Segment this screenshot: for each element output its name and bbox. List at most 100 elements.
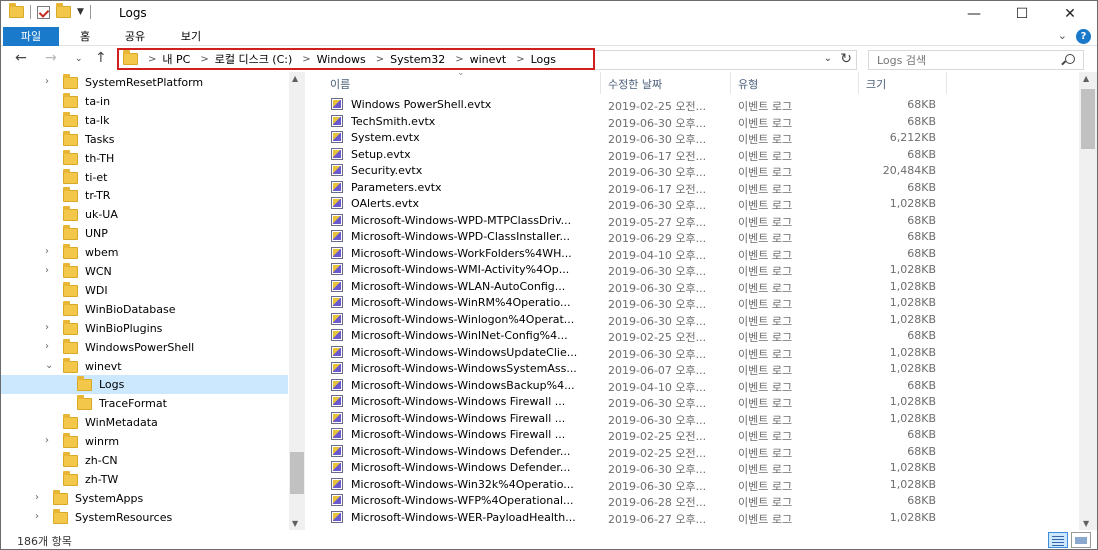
column-divider[interactable] xyxy=(600,72,601,94)
tree-item[interactable]: › WindowsPowerShell xyxy=(1,338,288,357)
tree-item[interactable]: th-TH xyxy=(1,149,288,168)
file-row[interactable]: Microsoft-Windows-WLAN-AutoConfig... 2019… xyxy=(306,279,1079,296)
file-row[interactable]: Microsoft-Windows-Windows Firewall ... 20… xyxy=(306,411,1079,428)
column-header-date[interactable]: 수정한 날짜 xyxy=(608,76,662,92)
scroll-up-icon[interactable]: ▲ xyxy=(1083,74,1089,83)
recent-locations-dropdown[interactable]: ⌄ xyxy=(75,54,83,64)
expand-chevron-icon[interactable]: › xyxy=(45,435,49,446)
expand-chevron-icon[interactable]: › xyxy=(45,341,49,352)
tree-item[interactable]: UNP xyxy=(1,224,288,243)
file-row[interactable]: Setup.evtx 2019-06-17 오전... 이벤트 로그 68KB xyxy=(306,147,1079,164)
breadcrumb-windows[interactable]: Windows xyxy=(317,53,366,66)
expand-chevron-icon[interactable]: › xyxy=(45,246,49,257)
file-row[interactable]: Security.evtx 2019-06-30 오후... 이벤트 로그 20,48… xyxy=(306,163,1079,180)
tree-item[interactable]: › wbem xyxy=(1,243,288,262)
expand-chevron-icon[interactable]: › xyxy=(45,76,49,87)
file-row[interactable]: Parameters.evtx 2019-06-17 오전... 이벤트 로그 68K… xyxy=(306,180,1079,197)
scroll-down-icon[interactable]: ▼ xyxy=(1083,519,1089,528)
file-row[interactable]: TechSmith.evtx 2019-06-30 오후... 이벤트 로그 68KB xyxy=(306,114,1079,131)
new-folder-icon[interactable] xyxy=(56,3,71,18)
breadcrumb-logs[interactable]: Logs xyxy=(531,53,556,66)
tree-item[interactable]: › SystemResources xyxy=(1,508,288,527)
expand-chevron-icon[interactable]: › xyxy=(45,322,49,333)
breadcrumb-system32[interactable]: System32 xyxy=(390,53,445,66)
file-row[interactable]: Microsoft-Windows-WPD-MTPClassDriv... 201… xyxy=(306,213,1079,230)
column-header-name[interactable]: 이름 xyxy=(330,76,350,92)
tree-item[interactable]: › WCN xyxy=(1,262,288,281)
breadcrumb-separator[interactable]: > xyxy=(376,54,384,65)
breadcrumb-separator[interactable]: > xyxy=(302,54,310,65)
tab-share[interactable]: 공유 xyxy=(113,27,157,46)
tree-item[interactable]: › SystemResetPlatform xyxy=(1,73,288,92)
refresh-icon[interactable]: ↻ xyxy=(840,51,852,67)
tree-item[interactable]: zh-CN xyxy=(1,451,288,470)
large-icons-view-button[interactable] xyxy=(1071,532,1091,548)
breadcrumb-local-disk[interactable]: 로컬 디스크 (C:) xyxy=(215,51,293,67)
tree-item[interactable]: TraceFormat xyxy=(1,394,288,413)
scroll-up-icon[interactable]: ▲ xyxy=(292,74,298,83)
column-divider[interactable] xyxy=(730,72,731,94)
file-row[interactable]: Windows PowerShell.evtx 2019-02-25 오전... 이… xyxy=(306,97,1079,114)
tree-item[interactable]: zh-TW xyxy=(1,470,288,489)
column-header-size[interactable]: 크기 xyxy=(866,76,886,92)
breadcrumb-this-pc[interactable]: 내 PC xyxy=(162,51,190,67)
file-row[interactable]: Microsoft-Windows-WindowsBackup%4... 2019… xyxy=(306,378,1079,395)
tab-home[interactable]: 홈 xyxy=(67,27,103,46)
maximize-button[interactable]: ☐ xyxy=(999,1,1045,27)
file-row[interactable]: Microsoft-Windows-WindowsUpdateClie... 20… xyxy=(306,345,1079,362)
scrollbar-thumb[interactable] xyxy=(1081,89,1095,149)
file-row[interactable]: Microsoft-Windows-WorkFolders%4WH... 2019… xyxy=(306,246,1079,263)
search-input[interactable] xyxy=(869,51,1049,69)
tab-file[interactable]: 파일 xyxy=(3,27,59,46)
tree-item[interactable]: WDI xyxy=(1,281,288,300)
up-button[interactable]: ↑ xyxy=(95,50,107,66)
file-row[interactable]: OAlerts.evtx 2019-06-30 오후... 이벤트 로그 1,028K… xyxy=(306,196,1079,213)
tree-item[interactable]: uk-UA xyxy=(1,205,288,224)
forward-button[interactable]: → xyxy=(45,50,57,66)
breadcrumb-separator[interactable]: > xyxy=(455,54,463,65)
file-row[interactable]: Microsoft-Windows-Windows Firewall ... 20… xyxy=(306,394,1079,411)
file-row[interactable]: Microsoft-Windows-WinRM%4Operatio... 2019… xyxy=(306,295,1079,312)
column-divider[interactable] xyxy=(946,72,947,94)
address-bar-tail[interactable]: ⌄ ↻ xyxy=(595,50,857,70)
file-row[interactable]: Microsoft-Windows-Windows Firewall ... 20… xyxy=(306,427,1079,444)
expand-chevron-icon[interactable]: › xyxy=(45,265,49,276)
tab-view[interactable]: 보기 xyxy=(169,27,213,46)
file-row[interactable]: Microsoft-Windows-WinINet-Config%4... 201… xyxy=(306,328,1079,345)
breadcrumb-separator[interactable]: > xyxy=(148,54,156,65)
tree-item[interactable]: › WinBioPlugins xyxy=(1,319,288,338)
file-row[interactable]: Microsoft-Windows-Windows Defender... 201… xyxy=(306,444,1079,461)
file-row[interactable]: System.evtx 2019-06-30 오후... 이벤트 로그 6,212KB xyxy=(306,130,1079,147)
search-box[interactable] xyxy=(868,50,1084,70)
tree-item[interactable]: ti-et xyxy=(1,168,288,187)
close-button[interactable]: ✕ xyxy=(1047,1,1093,27)
tree-item[interactable]: › winrm xyxy=(1,432,288,451)
tree-item[interactable]: Logs xyxy=(1,375,288,395)
search-icon[interactable] xyxy=(1065,54,1075,64)
scrollbar-thumb[interactable] xyxy=(290,452,304,494)
file-row[interactable]: Microsoft-Windows-WPD-ClassInstaller... 2… xyxy=(306,229,1079,246)
back-button[interactable]: ← xyxy=(15,50,27,66)
file-row[interactable]: Microsoft-Windows-WER-PayloadHealth... 20… xyxy=(306,510,1079,527)
column-divider[interactable] xyxy=(858,72,859,94)
minimize-button[interactable]: — xyxy=(951,1,997,27)
navigation-pane-scrollbar[interactable]: ▲ ▼ xyxy=(289,72,305,530)
expand-ribbon-icon[interactable]: ⌄ xyxy=(1058,29,1067,42)
address-bar[interactable]: > 내 PC > 로컬 디스크 (C:) > Windows > System3… xyxy=(117,48,595,70)
customize-toolbar-dropdown-icon[interactable]: ▼ xyxy=(77,7,84,17)
file-row[interactable]: Microsoft-Windows-Winlogon%4Operat... 201… xyxy=(306,312,1079,329)
file-row[interactable]: Microsoft-Windows-WMI-Activity%4Op... 201… xyxy=(306,262,1079,279)
file-row[interactable]: Microsoft-Windows-Windows Defender... 201… xyxy=(306,460,1079,477)
tree-item[interactable]: › SystemApps xyxy=(1,489,288,508)
tree-item[interactable]: tr-TR xyxy=(1,186,288,205)
details-view-button[interactable] xyxy=(1048,532,1068,548)
expand-chevron-icon[interactable]: › xyxy=(35,511,39,522)
breadcrumb-separator[interactable]: > xyxy=(200,54,208,65)
help-icon[interactable]: ? xyxy=(1076,29,1091,44)
tree-item[interactable]: ta-lk xyxy=(1,111,288,130)
column-header-type[interactable]: 유형 xyxy=(738,76,758,92)
tree-item[interactable]: WinMetadata xyxy=(1,413,288,432)
file-row[interactable]: Microsoft-Windows-WFP%4Operational... 201… xyxy=(306,493,1079,510)
file-row[interactable]: Microsoft-Windows-Win32k%4Operatio... 201… xyxy=(306,477,1079,494)
tree-item[interactable]: Tasks xyxy=(1,130,288,149)
